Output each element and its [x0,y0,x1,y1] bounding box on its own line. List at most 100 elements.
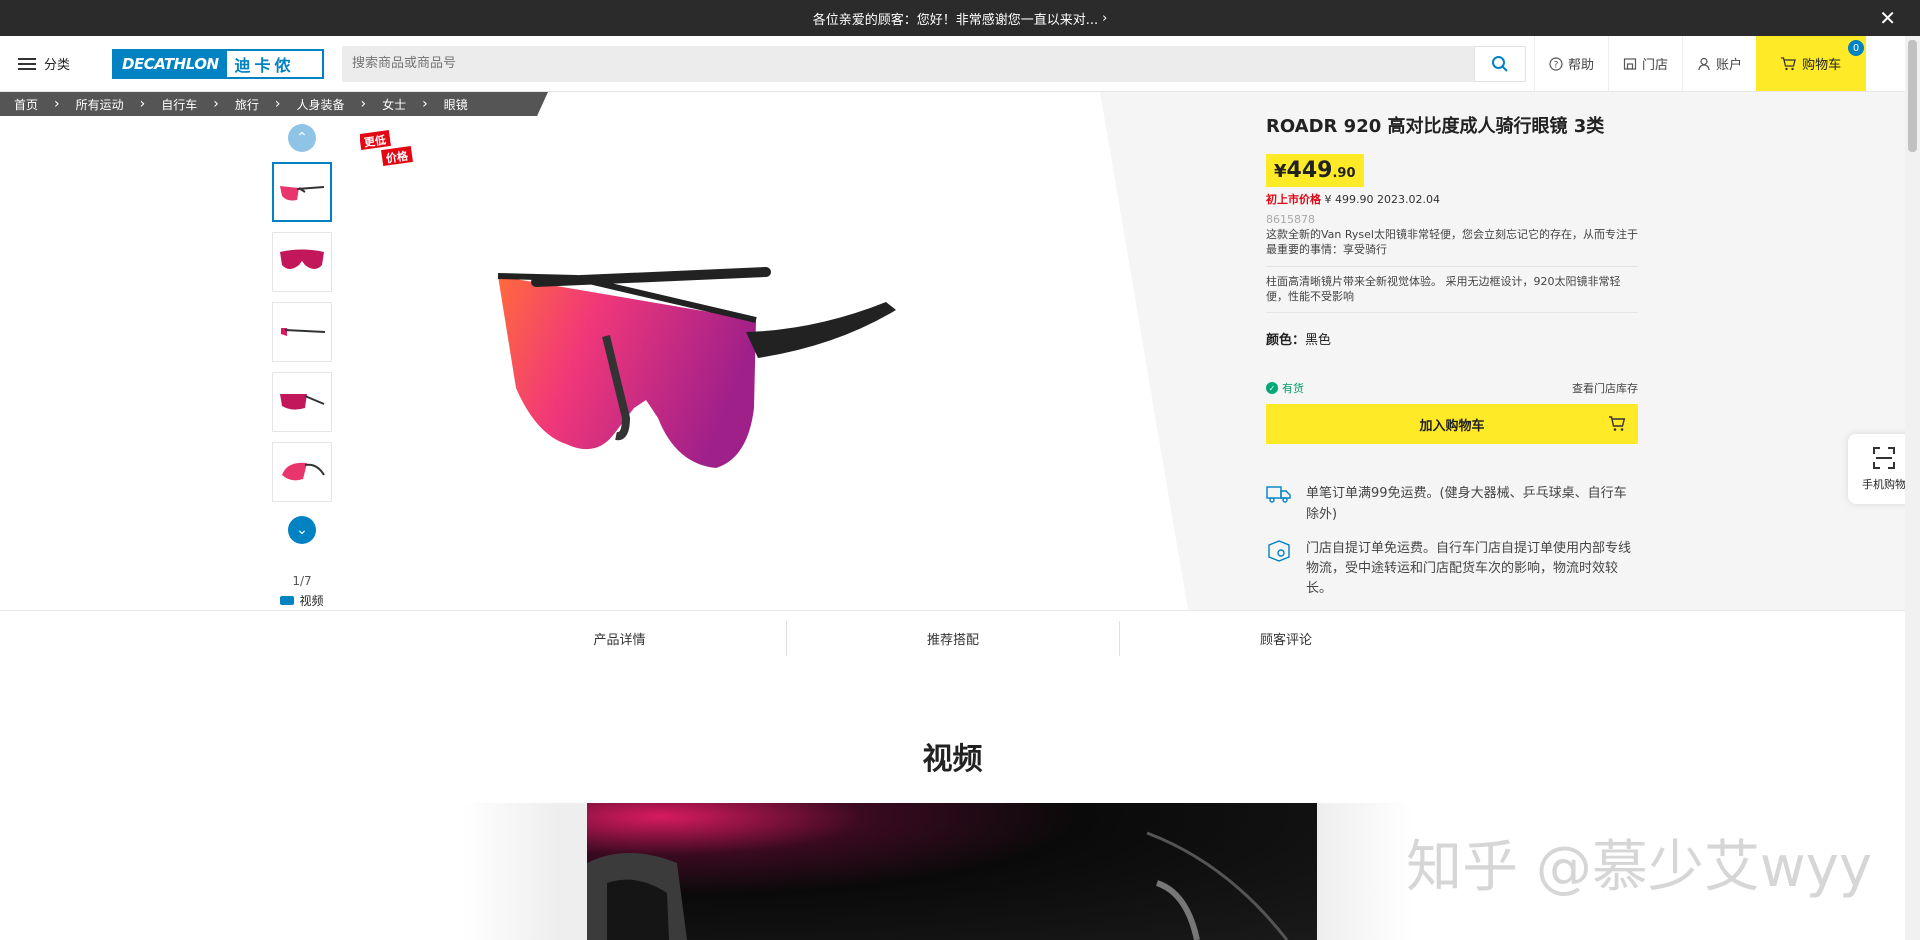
breadcrumb-item[interactable]: 旅行 [235,96,259,113]
video-link[interactable]: 视频 [270,592,334,609]
sunglasses-thumb-image [282,462,325,481]
sunglasses-thumb-image [280,249,324,269]
video-player[interactable] [587,803,1317,940]
price-box: ¥ 449 .90 [1266,154,1364,187]
cart-icon [1781,56,1796,70]
thumbnail[interactable] [272,232,332,292]
image-counter: 1/7 [292,574,312,588]
breadcrumb-item[interactable]: 首页 [14,96,38,113]
account-link[interactable]: 账户 [1682,36,1756,91]
breadcrumb-item[interactable]: 眼镜 [444,96,468,113]
qr-scan-icon [1873,447,1895,469]
video-frame-image [587,831,1289,940]
color-label: 颜色： [1266,333,1306,349]
lower-price-badge-line1: 更低 [363,133,387,150]
search-bar [342,45,1527,82]
store-pickup-icon [1268,539,1290,562]
thumbnail[interactable] [272,442,332,502]
breadcrumb: 首页 › 所有运动 › 自行车 › 旅行 › 人身装备 › 女士 › 眼镜 [0,92,548,116]
chevron-right-icon: › [213,96,219,112]
announcement-text[interactable]: 各位亲爱的顾客：您好！非常感谢您一直以来对... [813,9,1098,28]
sunglasses-thumb-image [281,328,326,336]
logo-text-cn: 迪卡侬 [234,55,295,75]
category-menu-label: 分类 [44,58,71,73]
color-value: 黑色 [1305,333,1332,349]
lower-price-badge-line2: 价格 [385,149,409,166]
chevron-right-icon: › [422,96,428,112]
hamburger-icon [18,57,36,70]
product-sku: 8615878 [1266,213,1315,226]
page-scrollbar[interactable] [1905,36,1920,940]
shipping-text-1: 单笔订单满99免运费。(健身大器械、乒乓球桌、自行车除外) [1306,486,1627,522]
close-icon[interactable]: ✕ [1879,6,1896,30]
mobile-shop-label: 手机购物 [1862,478,1906,491]
breadcrumb-item[interactable]: 自行车 [161,96,197,113]
tab-recommendations[interactable]: 推荐搭配 [786,621,1119,656]
thumbnail[interactable] [272,372,332,432]
chevron-right-icon: › [360,96,367,112]
color-selector[interactable]: 颜色：黑色 [1266,329,1638,348]
decathlon-logo[interactable]: DECATHLON 迪卡侬 [112,48,325,79]
store-icon [1623,57,1637,70]
store-link[interactable]: 门店 [1608,36,1682,91]
original-price-value: ¥ 499.90 2023.02.04 [1324,193,1440,206]
stock-status: ✓ 有货 [1266,380,1304,396]
price-currency: ¥ [1274,161,1287,182]
thumbnail-up-button[interactable]: ⌃ [288,124,316,152]
tab-reviews[interactable]: 顾客评论 [1119,621,1452,656]
thumbnail[interactable] [272,162,332,222]
pickup-info: 门店自提订单免运费。自行车门店自提订单使用内部专线物流，受中途转运和门店配货车次… [1266,539,1638,599]
chevron-right-icon: › [274,96,281,112]
lower-price-badge: 更低 价格 [359,129,416,172]
original-price: 初上市价格 ¥ 499.90 2023.02.04 [1266,191,1638,207]
sunglasses-thumb-image [280,186,325,201]
user-icon [1698,57,1710,70]
cart-icon [1609,416,1626,432]
tab-details[interactable]: 产品详情 [453,611,786,666]
announcement-bar[interactable]: 各位亲爱的顾客：您好！非常感谢您一直以来对... › ✕ [0,0,1920,36]
store-stock-link[interactable]: 查看门店库存 [1572,380,1638,396]
original-price-label: 初上市价格 [1266,193,1321,206]
video-link-label: 视频 [299,594,324,608]
add-to-cart-label: 加入购物车 [1419,418,1485,434]
product-tabs: 产品详情 推荐搭配 顾客评论 [0,610,1905,666]
chevron-up-icon: ⌃ [296,130,308,146]
search-input[interactable] [342,45,1475,82]
scrollbar-thumb[interactable] [1908,40,1917,152]
chevron-right-icon: › [1102,10,1108,26]
sunglasses-thumb-image [280,394,325,410]
search-icon [1492,55,1508,72]
shipping-text-2: 门店自提订单免运费。自行车门店自提订单使用内部专线物流，受中途转运和门店配货车次… [1306,540,1632,596]
breadcrumb-item[interactable]: 所有运动 [76,96,124,113]
chevron-right-icon: › [54,96,60,112]
thumbnail[interactable] [272,302,332,362]
product-main-image[interactable] [476,258,976,558]
svg-text:?: ? [1554,60,1559,70]
product-title: ROADR 920 高对比度成人骑行眼镜 3类 [1266,116,1605,137]
cart-count-badge: 0 [1848,40,1865,56]
cart-label: 购物车 [1802,58,1842,73]
sunglasses-image [497,267,896,468]
add-to-cart-button[interactable]: 加入购物车 [1266,404,1638,445]
logo-text-en: DECATHLON [114,50,227,77]
search-button[interactable] [1474,45,1527,82]
breadcrumb-item[interactable]: 女士 [382,96,406,113]
help-link[interactable]: ? 帮助 [1534,36,1608,91]
price-integer: 449 [1286,158,1333,183]
cart-button[interactable]: 购物车 0 [1756,36,1867,91]
product-description-2: 柱面高清晰镜片带来全新视觉体验。 采用无边框设计，920太阳镜非常轻便，性能不受… [1266,274,1621,303]
breadcrumb-item[interactable]: 人身装备 [297,96,345,113]
stock-status-label: 有货 [1282,382,1304,396]
divider [1266,265,1638,267]
account-label: 账户 [1716,58,1743,73]
stock-row: ✓ 有货 查看门店库存 [1266,380,1638,396]
store-label: 门店 [1642,58,1669,73]
thumbnail-down-button[interactable]: ⌄ [288,516,316,544]
header-nav: ? 帮助 门店 账户 购物车 0 [1534,36,1867,91]
category-menu-button[interactable]: 分类 [0,36,88,91]
check-icon: ✓ [1266,382,1278,395]
thumbnail-gallery: ⌃ ⌄ 1/7 视频 [270,124,334,609]
truck-icon [1266,486,1291,504]
price-decimal: .90 [1332,166,1356,181]
shipping-info: 单笔订单满99免运费。(健身大器械、乒乓球桌、自行车除外) [1266,484,1638,524]
